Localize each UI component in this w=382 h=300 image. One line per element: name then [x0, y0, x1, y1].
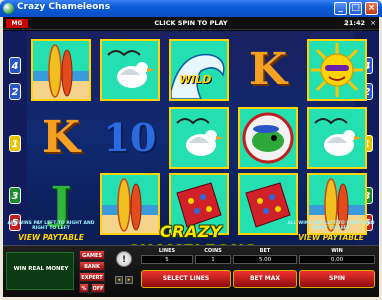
- win-direction-note-right: ALL WINS PAY LEFT TO RIGHT AND RIGHT TO …: [287, 221, 375, 231]
- off-button[interactable]: OFF: [91, 283, 105, 293]
- payline-badge[interactable]: 3: [9, 187, 21, 204]
- percent-button[interactable]: %: [79, 283, 89, 293]
- win-label: WIN: [331, 248, 343, 254]
- symbol-k: K: [41, 112, 81, 163]
- seagull-icon: [107, 50, 155, 88]
- reel-2: 10: [100, 39, 160, 239]
- lines-label: LINES: [158, 248, 176, 254]
- seagull-icon: [176, 118, 224, 156]
- seagull-icon: [314, 118, 362, 156]
- lines-value: 5: [141, 255, 193, 264]
- reel-4: K: [238, 39, 298, 239]
- bet-value: 5.00: [233, 255, 297, 264]
- wild-label: WILD: [179, 73, 212, 86]
- payline-column-left: 4 2 1 3 5: [3, 31, 27, 245]
- maximize-button[interactable]: □: [349, 2, 362, 15]
- symbol-k: K: [248, 44, 288, 95]
- bet-max-button[interactable]: BET MAX: [233, 270, 297, 288]
- win-real-money-button[interactable]: WIN REAL MONEY: [6, 252, 74, 290]
- symbol-seagull: [100, 39, 160, 101]
- app-icon: [3, 3, 14, 14]
- bet-label: BET: [259, 248, 271, 254]
- help-button[interactable]: !: [116, 251, 132, 267]
- symbol-seagull: [169, 107, 229, 169]
- symbol-wild: WILD: [169, 39, 229, 101]
- win-value: 0.00: [299, 255, 375, 264]
- wave-icon: [171, 53, 225, 99]
- payline-badge[interactable]: 2: [9, 83, 21, 100]
- sun-icon: [311, 43, 363, 97]
- payline-badge[interactable]: 1: [9, 135, 21, 152]
- reel-3: WILD: [169, 39, 229, 239]
- view-paytable-right[interactable]: VIEW PAYTABLE: [287, 233, 375, 242]
- payline-badge[interactable]: 4: [9, 57, 21, 74]
- symbol-surfboard: [31, 39, 91, 101]
- select-lines-button[interactable]: SELECT LINES: [141, 270, 231, 288]
- coins-label: COINS: [204, 248, 222, 254]
- bank-button[interactable]: BANK: [79, 261, 105, 271]
- surfboard-icon: [33, 44, 89, 99]
- reel-1: K J: [31, 39, 91, 239]
- symbol-sun: [307, 39, 367, 101]
- games-button[interactable]: GAMES: [79, 250, 105, 260]
- window-title: Crazy Chameleons: [17, 2, 111, 12]
- expert-button[interactable]: EXPERT: [79, 272, 105, 282]
- clock: 21:42: [344, 19, 365, 27]
- reel-5: [307, 39, 367, 239]
- symbol-seagull: [307, 107, 367, 169]
- symbol-10: 10: [103, 115, 157, 160]
- minimize-button[interactable]: _: [334, 2, 347, 15]
- top-status-bar: MG CLICK SPIN TO PLAY ♫ 21:42 ×: [3, 17, 379, 30]
- win-direction-note-left: ALL WINS PAY LEFT TO RIGHT AND RIGHT TO …: [7, 221, 95, 231]
- view-paytable-left[interactable]: VIEW PAYTABLE: [7, 233, 95, 242]
- coins-value: 1: [195, 255, 231, 264]
- window-titlebar: Crazy Chameleons _ □ ×: [0, 0, 382, 17]
- coin-down-arrow[interactable]: ◂: [115, 276, 123, 284]
- casino-logo: MG: [6, 19, 28, 28]
- status-message: CLICK SPIN TO PLAY: [154, 19, 228, 27]
- close-window-button[interactable]: ×: [365, 2, 378, 15]
- control-panel: WIN REAL MONEY GAMES BANK EXPERT % OFF !…: [3, 245, 379, 297]
- game-frame: MG CLICK SPIN TO PLAY ♫ 21:42 × 4 2 1 3 …: [3, 17, 379, 297]
- chameleon-icon: [242, 112, 294, 164]
- coin-up-arrow[interactable]: ▸: [125, 276, 133, 284]
- spin-button[interactable]: SPIN: [299, 270, 375, 288]
- game-close-button[interactable]: ×: [370, 19, 376, 27]
- symbol-chameleon: [238, 107, 298, 169]
